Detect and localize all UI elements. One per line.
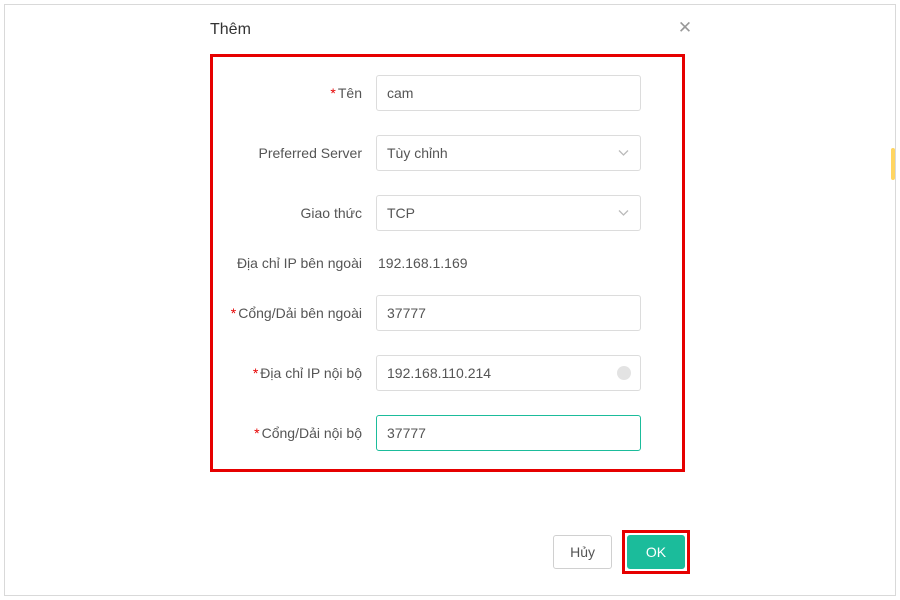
add-dialog: Thêm ✕ *Tên Preferred Server Giao thức: [210, 16, 685, 472]
label-external-ip: Địa chỉ IP bên ngoài: [223, 255, 376, 271]
row-internal-ip: *Địa chỉ IP nội bộ: [223, 355, 666, 391]
label-internal-port: *Cổng/Dải nội bộ: [223, 425, 376, 441]
protocol-select[interactable]: [376, 195, 641, 231]
dialog-footer: Hủy OK: [553, 530, 690, 574]
label-name: *Tên: [223, 85, 376, 101]
row-external-ip: Địa chỉ IP bên ngoài 192.168.1.169: [223, 255, 666, 271]
ok-highlight-box: OK: [622, 530, 690, 574]
protocol-value[interactable]: [376, 195, 641, 231]
name-input[interactable]: [376, 75, 641, 111]
label-preferred-server: Preferred Server: [223, 145, 376, 161]
required-star: *: [330, 85, 335, 101]
dialog-header: Thêm ✕: [210, 16, 685, 54]
dialog-title: Thêm: [210, 21, 251, 39]
close-icon[interactable]: ✕: [675, 18, 695, 38]
external-port-input[interactable]: [376, 295, 641, 331]
form-highlight-box: *Tên Preferred Server Giao thức: [210, 54, 685, 472]
row-name: *Tên: [223, 75, 666, 111]
row-preferred-server: Preferred Server: [223, 135, 666, 171]
label-external-port: *Cổng/Dải bên ngoài: [223, 305, 376, 321]
clear-icon[interactable]: [617, 366, 631, 380]
preferred-server-value[interactable]: [376, 135, 641, 171]
internal-port-input[interactable]: [376, 415, 641, 451]
required-star: *: [231, 305, 236, 321]
preferred-server-select[interactable]: [376, 135, 641, 171]
external-ip-value: 192.168.1.169: [376, 255, 468, 271]
internal-ip-input[interactable]: [376, 355, 641, 391]
row-external-port: *Cổng/Dải bên ngoài: [223, 295, 666, 331]
row-internal-port: *Cổng/Dải nội bộ: [223, 415, 666, 451]
decorative-edge: [891, 148, 895, 180]
cancel-button[interactable]: Hủy: [553, 535, 612, 569]
ok-button[interactable]: OK: [627, 535, 685, 569]
row-protocol: Giao thức: [223, 195, 666, 231]
label-protocol: Giao thức: [223, 205, 376, 221]
required-star: *: [254, 425, 259, 441]
required-star: *: [253, 365, 258, 381]
internal-ip-wrap: [376, 355, 641, 391]
label-internal-ip: *Địa chỉ IP nội bộ: [223, 365, 376, 381]
